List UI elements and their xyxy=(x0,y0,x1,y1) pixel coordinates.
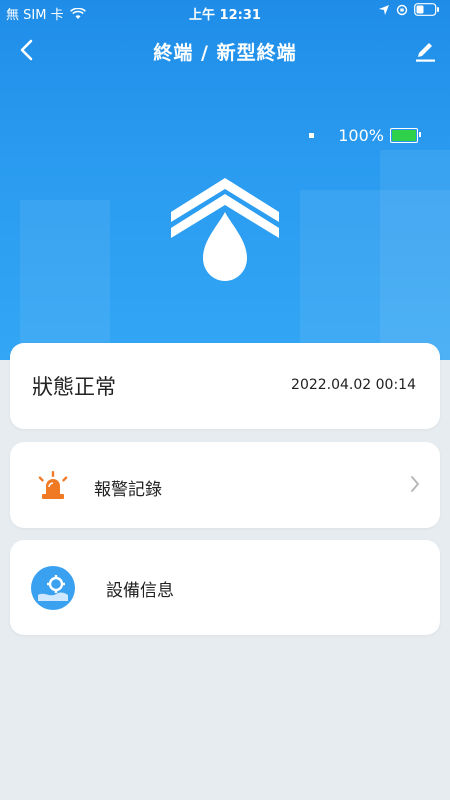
device-info-label: 設備信息 xyxy=(106,581,174,601)
page-title: 終端 / 新型終端 xyxy=(153,42,297,64)
device-info-icon xyxy=(30,565,76,611)
signal-dot xyxy=(309,133,315,138)
alarm-siren-icon xyxy=(30,462,76,508)
orientation-lock-icon xyxy=(396,4,408,15)
battery-icon xyxy=(390,128,421,143)
chevron-right-icon xyxy=(411,476,419,492)
building-silhouette xyxy=(20,200,110,360)
status-bar: 無 SIM 卡 上午 12:31 xyxy=(0,0,450,26)
status-timestamp: 2022.04.02 00:14 xyxy=(291,377,416,393)
alarm-records-label: 報警記錄 xyxy=(94,480,162,500)
device-logo-icon xyxy=(171,178,279,281)
pencil-icon xyxy=(416,43,435,62)
navigation-bar: 終端 / 新型終端 xyxy=(0,28,450,72)
device-info-item[interactable]: 設備信息 xyxy=(10,540,440,635)
device-status-text: 狀態正常 xyxy=(32,375,116,399)
edit-button[interactable] xyxy=(410,36,440,66)
building-silhouette xyxy=(380,150,450,360)
status-card: 狀態正常 2022.04.02 00:14 xyxy=(10,343,440,429)
location-arrow-icon xyxy=(379,4,389,15)
battery-status-icon xyxy=(414,3,439,16)
battery-percentage: 100% xyxy=(338,126,384,145)
alarm-records-item[interactable]: 報警記錄 xyxy=(10,442,440,528)
device-battery: 100% xyxy=(309,126,421,145)
